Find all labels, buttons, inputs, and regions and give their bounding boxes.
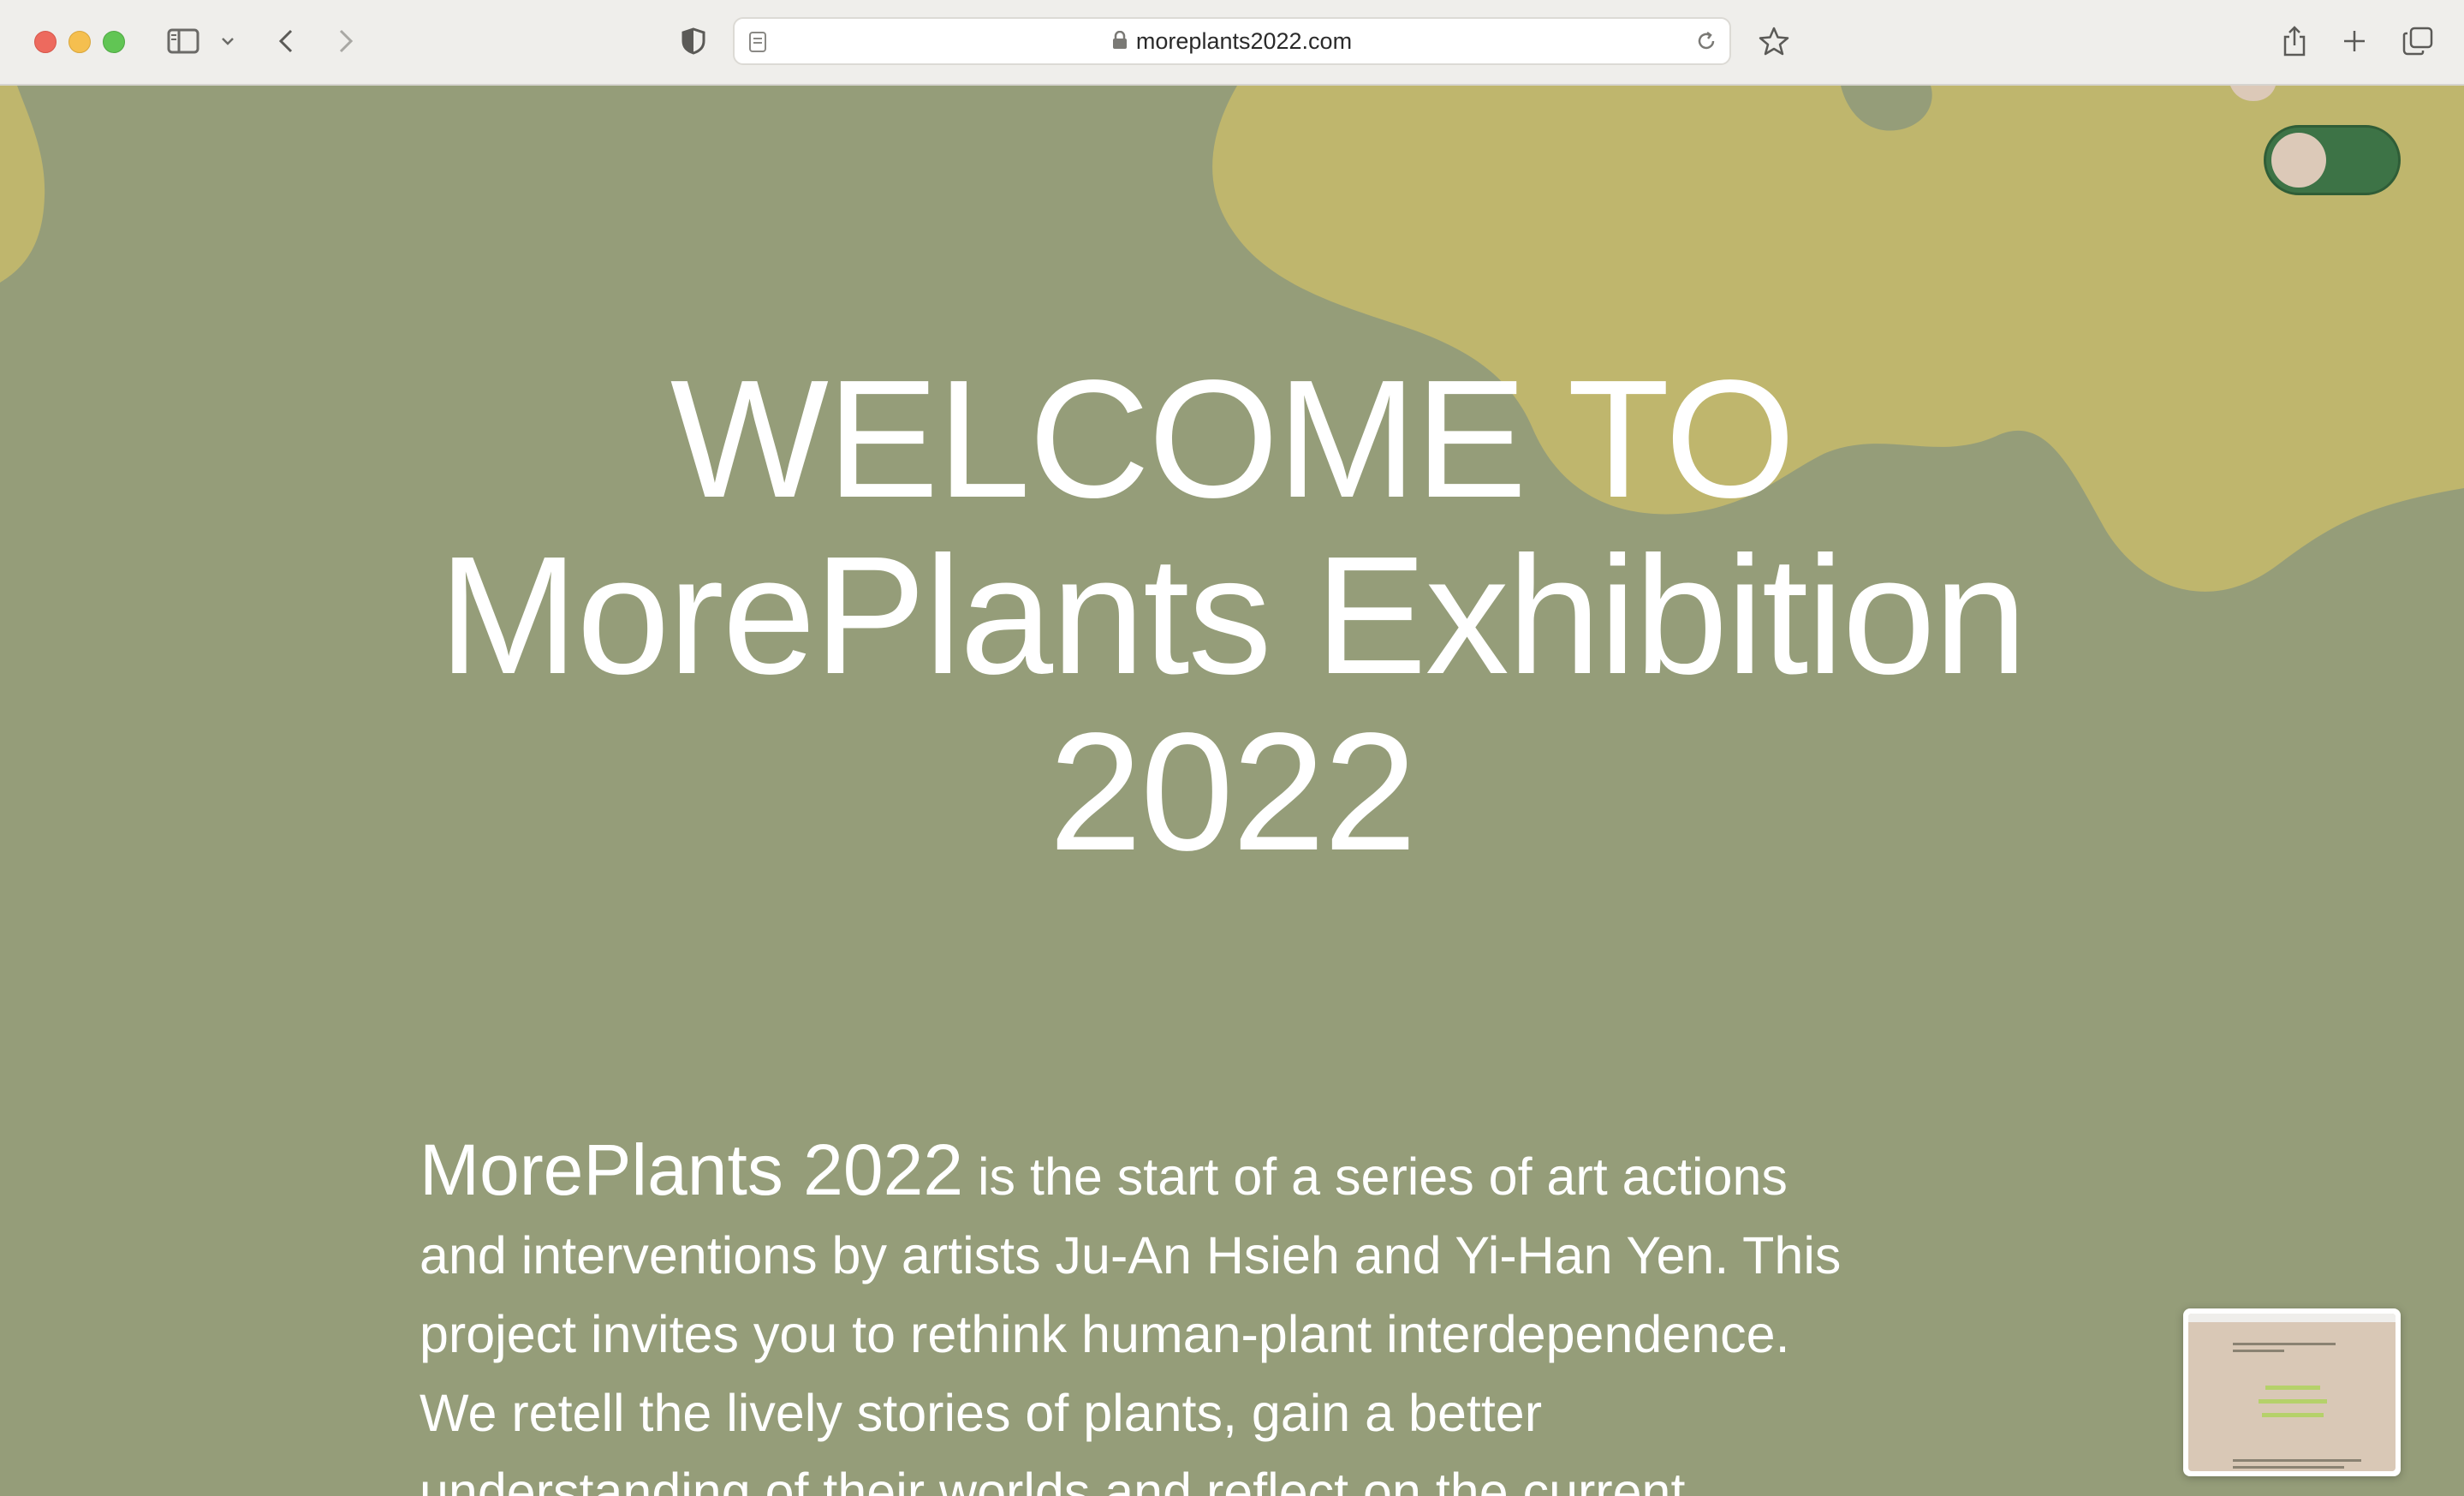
intro-lead: MorePlants 2022 [420, 1129, 964, 1210]
sidebar-toggle-button[interactable] [164, 22, 202, 60]
intro-paragraph: MorePlants 2022 is the start of a series… [420, 1130, 2063, 1496]
tab-overview-button[interactable] [2402, 22, 2433, 60]
title-line-2: MorePlants Exhibition [438, 522, 2027, 709]
lock-icon [1112, 31, 1127, 50]
toggle-knob [2271, 133, 2326, 188]
chevron-right-icon [339, 29, 354, 53]
theme-toggle[interactable] [2264, 125, 2401, 195]
forward-button[interactable] [332, 22, 360, 60]
star-icon [1759, 27, 1789, 56]
back-button[interactable] [272, 22, 300, 60]
privacy-report-button[interactable] [680, 22, 707, 60]
zoom-window-button[interactable] [103, 31, 125, 53]
intro-line-5: understanding of their worlds and reflec… [420, 1463, 1686, 1496]
screenshot-thumbnail[interactable] [2183, 1308, 2401, 1476]
shield-icon [681, 27, 705, 55]
intro-line-1: is the start of a series of art actions [963, 1147, 1788, 1206]
new-tab-button[interactable] [2339, 22, 2370, 60]
tab-group-dropdown[interactable] [217, 22, 238, 60]
intro-line-2: and interventions by artists Ju-An Hsieh… [420, 1226, 1842, 1284]
plus-icon [2344, 31, 2365, 51]
title-line-3: 2022 [1048, 698, 1417, 885]
address-bar[interactable]: moreplants2022.com [733, 17, 1731, 65]
share-icon [2283, 26, 2306, 57]
minimize-window-button[interactable] [68, 31, 91, 53]
intro-line-4: We retell the lively stories of plants, … [420, 1384, 1543, 1442]
page-title: WELCOME TO MorePlants Exhibition 2022 [0, 351, 2464, 880]
bookmark-button[interactable] [1757, 22, 1791, 60]
close-window-button[interactable] [34, 31, 57, 53]
web-page: WELCOME TO MorePlants Exhibition 2022 Mo… [0, 86, 2464, 1496]
browser-toolbar: moreplants2022.com [0, 0, 2464, 86]
url-text: moreplants2022.com [1135, 28, 1353, 54]
tabs-icon [2402, 27, 2433, 56]
chevron-left-icon [278, 29, 293, 53]
sidebar-icon [167, 28, 199, 54]
title-line-1: WELCOME TO [670, 345, 1795, 533]
share-button[interactable] [2279, 22, 2310, 60]
chevron-down-icon [222, 38, 234, 45]
reload-icon[interactable] [1695, 30, 1717, 52]
intro-line-3: project invites you to rethink human-pla… [420, 1305, 1790, 1363]
